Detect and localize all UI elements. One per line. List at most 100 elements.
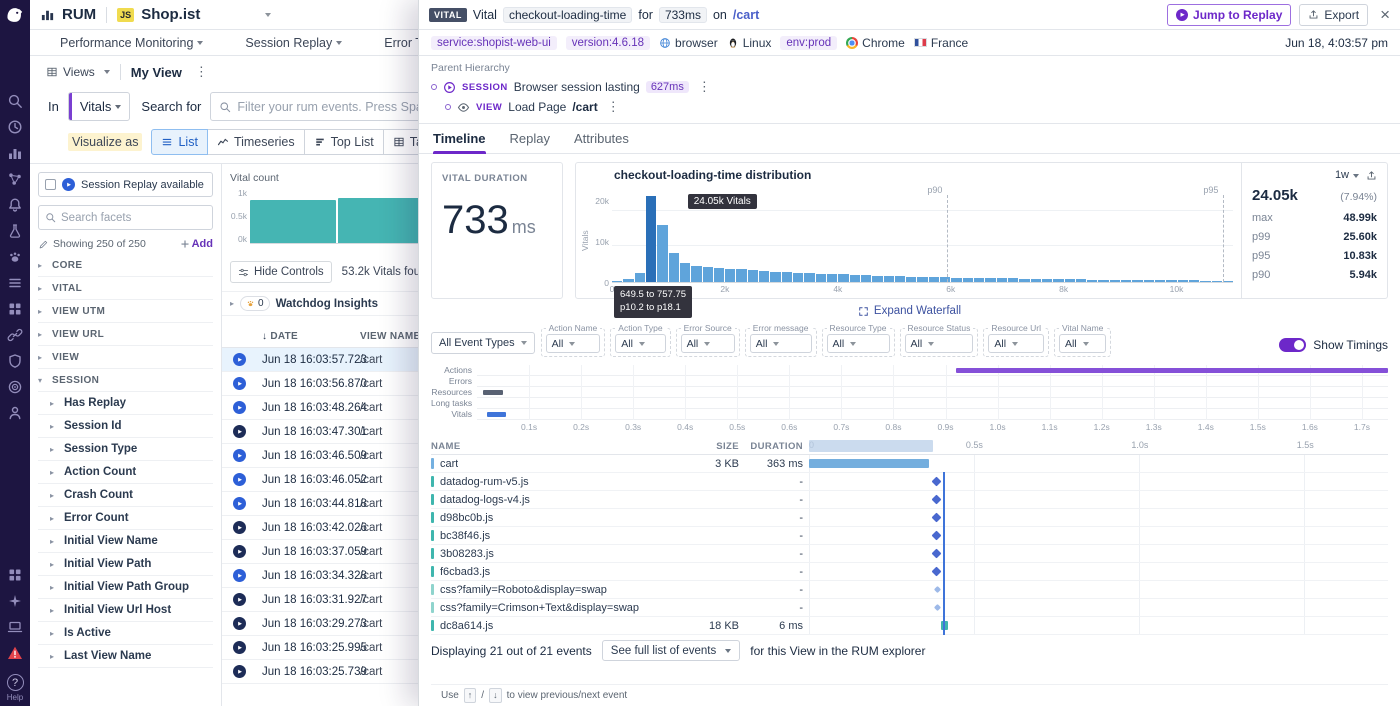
facet-item[interactable]: ▸Initial View Path (38, 553, 213, 576)
kebab-menu-icon[interactable]: ⋮ (695, 79, 714, 95)
name-column-header[interactable]: NAME (431, 441, 689, 452)
facet-item[interactable]: ▸Crash Count (38, 484, 213, 507)
facet-item[interactable]: ▸Last View Name (38, 645, 213, 668)
facet-search-input[interactable] (61, 212, 206, 224)
facet-item[interactable]: ▸Error Count (38, 507, 213, 530)
vital-duration-token[interactable]: 733ms (659, 7, 707, 23)
pencil-icon[interactable] (38, 239, 49, 250)
meta-tag-version-4-6-18[interactable]: version:4.6.18 (566, 36, 650, 50)
hierarchy-session-row[interactable]: SESSION Browser session lasting 627ms ⋮ (431, 77, 1388, 97)
facet-group[interactable]: ▸CORE (38, 254, 213, 277)
replay-play-icon[interactable]: ▶ (233, 617, 246, 630)
facet-group[interactable]: ▸VITAL (38, 277, 213, 300)
subnav-item[interactable]: Session Replay (245, 36, 342, 50)
filter-select[interactable]: All (546, 334, 601, 353)
apps-icon[interactable] (7, 567, 23, 583)
duration-column-header[interactable]: DURATION (745, 441, 809, 452)
filter-select[interactable]: All (827, 334, 890, 353)
datadog-logo[interactable] (4, 4, 26, 26)
close-icon[interactable]: × (1380, 6, 1390, 23)
tab-replay[interactable]: Replay (510, 124, 550, 153)
event-types-select[interactable]: All Event Types (431, 332, 535, 354)
devices-icon[interactable] (7, 619, 23, 635)
meta-tag-linux[interactable]: Linux (727, 36, 772, 50)
visualize-list-button[interactable]: List (151, 129, 207, 155)
subnav-item[interactable]: Performance Monitoring (60, 36, 203, 50)
see-full-list-button[interactable]: See full list of events (602, 640, 740, 661)
facet-item[interactable]: ▸Session Type (38, 438, 213, 461)
hide-controls-button[interactable]: Hide Controls (230, 261, 332, 283)
meta-tag-chrome[interactable]: Chrome (846, 36, 905, 50)
resource-row[interactable]: dc8a614.js18 KB6 ms (431, 617, 1388, 635)
replay-play-icon[interactable]: ▶ (233, 401, 246, 414)
replay-play-icon[interactable]: ▶ (233, 521, 246, 534)
application-dropdown-caret[interactable] (265, 13, 271, 17)
resource-row[interactable]: bc38f46.js- (431, 527, 1388, 545)
filter-select[interactable]: All (988, 334, 1044, 353)
add-facet-button[interactable]: Add (180, 238, 213, 250)
replay-play-icon[interactable]: ▶ (233, 377, 246, 390)
synthetics-icon[interactable] (7, 223, 23, 239)
monitors-icon[interactable] (7, 197, 23, 213)
replay-play-icon[interactable]: ▶ (233, 449, 246, 462)
metrics-icon[interactable] (7, 145, 23, 161)
ci-cd-icon[interactable] (7, 379, 23, 395)
resource-row[interactable]: cart3 KB363 ms (431, 455, 1388, 473)
expand-waterfall-button[interactable]: Expand Waterfall (431, 301, 1388, 321)
facet-group[interactable]: ▸VIEW (38, 346, 213, 369)
meta-tag-france[interactable]: France (914, 36, 968, 50)
facet-item[interactable]: ▸Initial View Url Host (38, 599, 213, 622)
facet-group[interactable]: ▸VIEW UTM (38, 300, 213, 323)
waterfall-overview[interactable]: ActionsErrorsResourcesLong tasksVitals 0… (431, 365, 1388, 433)
replay-play-icon[interactable]: ▶ (233, 569, 246, 582)
resource-row[interactable]: css?family=Crimson+Text&display=swap- (431, 599, 1388, 617)
resource-row[interactable]: datadog-logs-v4.js- (431, 491, 1388, 509)
size-column-header[interactable]: SIZE (689, 441, 745, 452)
vital-name-token[interactable]: checkout-loading-time (503, 7, 632, 23)
filter-select[interactable]: All (1059, 334, 1106, 353)
visualize-timeseries-button[interactable]: Timeseries (207, 129, 305, 155)
help-icon[interactable]: ? (7, 674, 24, 691)
meta-tag-env-prod[interactable]: env:prod (780, 36, 837, 50)
kebab-menu-icon[interactable]: ⋮ (604, 99, 623, 115)
replay-play-icon[interactable]: ▶ (233, 473, 246, 486)
dashboards-icon[interactable] (7, 301, 23, 317)
event-type-select[interactable]: Vitals (68, 92, 131, 121)
resource-row[interactable]: datadog-rum-v5.js- (431, 473, 1388, 491)
view-options-kebab-icon[interactable]: ⋮ (192, 64, 211, 80)
facet-item[interactable]: ▸Initial View Name (38, 530, 213, 553)
replay-play-icon[interactable]: ▶ (233, 665, 246, 678)
facet-item[interactable]: ▸Has Replay (38, 392, 213, 415)
facet-group[interactable]: ▾SESSION (38, 369, 213, 392)
replay-play-icon[interactable]: ▶ (233, 353, 246, 366)
facet-item[interactable]: ▸Action Count (38, 461, 213, 484)
visualize-top-list-button[interactable]: Top List (304, 129, 384, 155)
resource-row[interactable]: 3b08283.js- (431, 545, 1388, 563)
resource-row[interactable]: d98bc0b.js- (431, 509, 1388, 527)
hierarchy-view-row[interactable]: VIEW Load Page /cart ⋮ (445, 97, 1388, 117)
time-range-selector[interactable]: 1w (1335, 169, 1359, 181)
replay-play-icon[interactable]: ▶ (233, 425, 246, 438)
replay-play-icon[interactable]: ▶ (233, 641, 246, 654)
search-icon[interactable] (7, 93, 23, 109)
security-icon[interactable] (7, 353, 23, 369)
replay-play-icon[interactable]: ▶ (233, 497, 246, 510)
export-button[interactable]: Export (1299, 4, 1368, 26)
facet-item[interactable]: ▸Session Id (38, 415, 213, 438)
show-timings-toggle[interactable] (1279, 338, 1306, 352)
facet-group[interactable]: ▸VIEW URL (38, 323, 213, 346)
watchdog-icon[interactable] (7, 249, 23, 265)
replay-play-icon[interactable]: ▶ (233, 593, 246, 606)
session-replay-filter[interactable]: ▶ Session Replay available (38, 172, 213, 197)
current-view-tab[interactable]: My View (131, 65, 182, 80)
application-selector[interactable]: Shop.ist (141, 6, 200, 23)
date-column-header[interactable]: ↓DATE (262, 331, 360, 342)
checkbox[interactable] (45, 179, 56, 190)
export-chart-icon[interactable] (1366, 170, 1377, 181)
views-button[interactable]: Views (46, 65, 110, 79)
profile-icon[interactable] (7, 405, 23, 421)
view-path-link[interactable]: /cart (733, 8, 759, 22)
resource-row[interactable]: f6cbad3.js- (431, 563, 1388, 581)
error-alert-icon[interactable] (7, 645, 23, 661)
facet-item[interactable]: ▸Is Active (38, 622, 213, 645)
